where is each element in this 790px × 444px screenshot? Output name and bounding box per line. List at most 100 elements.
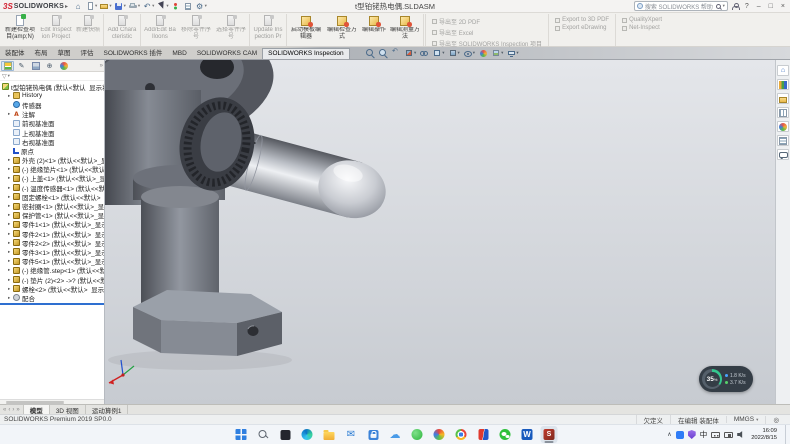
show-desktop-button[interactable]: [785, 425, 788, 444]
design-library-tab[interactable]: [777, 79, 789, 90]
file-explorer-tab[interactable]: [777, 93, 789, 104]
appearances-scenes-tab[interactable]: [777, 121, 789, 132]
tree-item[interactable]: ▸ 零件1<1> (默认<<默认>_显示状态: [0, 220, 104, 229]
tab-3d-views[interactable]: 3D 视图: [50, 405, 86, 414]
search-input[interactable]: 搜索 SOLIDWORKS 帮助 ▾: [634, 1, 728, 11]
select-balloons-button[interactable]: 选择零件序号: [214, 14, 250, 46]
tree-item[interactable]: 原点: [0, 146, 104, 155]
mail-icon[interactable]: ✉: [343, 426, 360, 443]
tree-item[interactable]: ▸ 外壳 (2)<1> (默认<<默认>_显示状: [0, 156, 104, 165]
zoom-to-area-icon[interactable]: [379, 49, 388, 57]
view-settings-icon[interactable]: ▾: [507, 49, 518, 57]
tree-item[interactable]: ▸ (-) 垫片 (2)<2> ->? (默认<<默认>: [0, 275, 104, 284]
edit-inspection-methods-button[interactable]: 编辑检查方式: [324, 14, 360, 46]
tree-item[interactable]: ▸ (-) 上盖<1> (默认<<默认>_显示状: [0, 174, 104, 183]
scrollbar-thumb[interactable]: [6, 401, 64, 403]
tree-item[interactable]: ▸ (-) 绝缘管.step<1> (默认<<默认>: [0, 266, 104, 275]
tree-item[interactable]: ▸ History: [0, 91, 104, 100]
tree-item[interactable]: 上视基准面: [0, 128, 104, 137]
tab-mbd[interactable]: MBD: [167, 49, 191, 59]
new-document-icon[interactable]: ▾: [86, 2, 97, 10]
tree-item[interactable]: 传感器: [0, 100, 104, 109]
hidden-icons-chevron[interactable]: ∧: [667, 431, 671, 438]
tree-horizontal-scrollbar[interactable]: [0, 399, 104, 404]
help-button[interactable]: ?: [743, 3, 751, 10]
rebuild-icon[interactable]: [172, 2, 181, 10]
tab-nav-arrow-icon[interactable]: »: [16, 407, 19, 413]
tree-item[interactable]: ▸ 螺栓<2> (默认<<默认>_显示状态: [0, 284, 104, 293]
edit-operations-button[interactable]: 编辑操作: [360, 14, 388, 46]
undo-icon[interactable]: ↶▾: [143, 2, 154, 10]
tab-assembly[interactable]: 装配体: [0, 46, 30, 59]
word-icon[interactable]: W: [519, 426, 536, 443]
apply-scene-icon[interactable]: ▾: [492, 49, 503, 57]
green-browser-icon[interactable]: [409, 426, 426, 443]
options-icon[interactable]: ⚙▾: [196, 2, 207, 10]
new-inspection-project-button[interactable]: 新建检查项目(amp;N): [2, 14, 38, 46]
tab-nav-arrow-icon[interactable]: «: [3, 407, 6, 413]
dimxpertmanager-tab[interactable]: ⊕: [43, 61, 56, 71]
custom-properties-tab[interactable]: [777, 135, 789, 146]
hide-show-items-icon[interactable]: ▾: [464, 49, 475, 57]
minimize-button[interactable]: –: [755, 3, 763, 10]
restore-button[interactable]: □: [767, 3, 775, 10]
graphics-viewport[interactable]: 35% 1.8 K/s 3.7 K/s: [105, 60, 775, 404]
tab-nav-arrow-icon[interactable]: ›: [12, 407, 14, 413]
view-palette-tab[interactable]: [777, 107, 789, 118]
tab-solidworks-addins[interactable]: SOLIDWORKS 插件: [99, 46, 168, 59]
start-button[interactable]: [233, 426, 250, 443]
export-menu-item[interactable]: 导出至 2D PDF: [432, 17, 542, 26]
manager-tabs-overflow[interactable]: »: [100, 63, 103, 69]
displaymanager-tab[interactable]: [57, 61, 70, 71]
remove-balloons-button[interactable]: 移除零件序号: [178, 14, 214, 46]
security-tray-icon[interactable]: [688, 430, 696, 439]
tab-layout[interactable]: 布局: [30, 46, 53, 59]
solidworks-resources-tab[interactable]: ⌂: [777, 65, 789, 76]
solidworks-logo[interactable]: 3S SOLIDWORKS ▸: [3, 2, 68, 11]
menu-expand-arrow[interactable]: ▸: [65, 3, 68, 10]
cloud-app-icon[interactable]: ☁: [387, 426, 404, 443]
export-menu-item[interactable]: 导出至 Excel: [432, 28, 542, 37]
featuremanager-tab[interactable]: [1, 61, 14, 71]
tab-evaluate[interactable]: 评估: [76, 46, 99, 59]
export-menu-item[interactable]: Net-Inspect: [622, 25, 662, 31]
wechat-icon[interactable]: [497, 426, 514, 443]
file-explorer-icon[interactable]: [321, 426, 338, 443]
edit-appearance-icon[interactable]: [479, 49, 488, 57]
home-icon[interactable]: ⌂: [74, 2, 83, 10]
tree-item[interactable]: ▸ 零件3<1> (默认<<默认>_显示状态: [0, 247, 104, 256]
edit-measurement-methods-button[interactable]: 编辑测量方法: [388, 14, 424, 46]
units-selector[interactable]: MMGS▾: [726, 416, 766, 423]
tree-root-item[interactable]: t型铂铑热电偶 (默认<默认_显示状态-1: [0, 82, 104, 91]
section-view-icon[interactable]: ▾: [405, 49, 416, 57]
search-caret-icon[interactable]: ▾: [723, 3, 725, 9]
performance-overlay[interactable]: 35% 1.8 K/s 3.7 K/s: [699, 366, 753, 392]
microsoft-store-icon[interactable]: [365, 426, 382, 443]
launch-template-editor-button[interactable]: 启动模板编辑器: [288, 14, 324, 46]
solidworks-taskbar-icon[interactable]: S: [541, 426, 558, 443]
search-scope-icon[interactable]: [637, 3, 643, 9]
tree-item[interactable]: ▸ 配合: [0, 293, 104, 302]
tree-item[interactable]: ▸ 零件2<1> (默认<<默认>_显示状: [0, 229, 104, 238]
tree-item[interactable]: ▸ 零件5<1> (默认<<默认>_显示状态: [0, 257, 104, 266]
export-menu-item[interactable]: QualityXpert: [622, 17, 662, 23]
tab-motion-study-1[interactable]: 运动算例1: [86, 405, 129, 414]
tree-item[interactable]: ▸ 注解: [0, 110, 104, 119]
close-button[interactable]: ×: [779, 3, 787, 10]
tree-item[interactable]: ▸ 密封圈<1> (默认<<默认>_显示状: [0, 201, 104, 210]
add-edit-balloons-button[interactable]: Add/Edit Balloons: [142, 14, 178, 46]
volume-icon[interactable]: [737, 431, 745, 439]
chrome-icon[interactable]: [453, 426, 470, 443]
tab-model[interactable]: 模型: [24, 405, 50, 414]
search-button[interactable]: [255, 426, 272, 443]
login-icon[interactable]: [732, 3, 739, 10]
display-style-icon[interactable]: ▾: [449, 49, 460, 57]
ime-language-indicator[interactable]: 中: [700, 429, 708, 440]
task-view-button[interactable]: [277, 426, 294, 443]
reader-app-icon[interactable]: [475, 426, 492, 443]
tree-item[interactable]: ▸ (-) 温度传感器<1> (默认<<默认>_: [0, 183, 104, 192]
custom-status-icon[interactable]: ◎: [765, 416, 786, 424]
netdisk-tray-icon[interactable]: [676, 431, 684, 439]
add-characteristic-button[interactable]: Add Characteristic: [105, 14, 141, 46]
search-icon[interactable]: [716, 4, 721, 9]
